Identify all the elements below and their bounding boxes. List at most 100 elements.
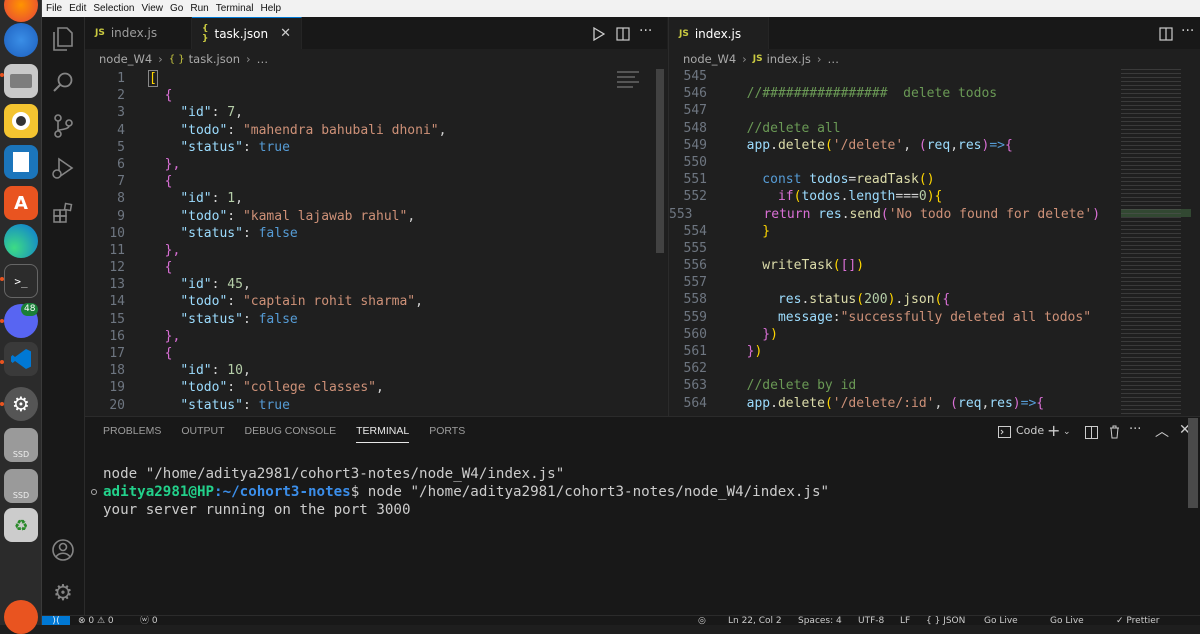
encoding[interactable]: UTF-8 [858,616,884,625]
close-icon[interactable]: ✕ [280,26,291,41]
terminal-profile-label[interactable]: Code [1016,424,1044,437]
code-line: 14 "todo": "captain rohit sharma", [85,293,667,310]
prettier-status[interactable]: ✓ Prettier [1116,616,1160,625]
menu-view[interactable]: View [142,3,164,14]
tab-debug-console[interactable]: DEBUG CONSOLE [245,425,337,443]
problems-indicator[interactable]: ⊗ 0 ⚠ 0 [78,616,114,625]
json-key: "id" [180,105,212,121]
maximize-panel-icon[interactable]: ︿ [1155,421,1169,441]
files-icon[interactable] [4,64,38,98]
code-line: 5 "status": true [85,139,667,156]
code-editor[interactable]: 545 546 //################ delete todos 54… [669,68,1099,413]
code-token: , [903,137,919,153]
breadcrumb-folder[interactable]: node_W4 [683,52,736,66]
terminal-scrollbar[interactable] [1188,418,1198,508]
vscode-icon[interactable] [4,342,38,376]
split-editor-icon[interactable] [616,26,630,45]
run-file-icon[interactable] [593,26,606,45]
left-editor-group: JS index.js { } task.json ✕ ··· node_W4 … [85,17,667,416]
line-number: 552 [683,189,707,205]
tab-terminal[interactable]: TERMINAL [356,425,410,443]
code-token: writeTask [731,258,833,274]
code-token: , [415,294,423,310]
cursor-position[interactable]: Ln 22, Col 2 [728,616,782,625]
menu-file[interactable]: File [46,3,62,14]
edge-icon[interactable] [4,224,38,258]
line-number: 558 [683,292,707,308]
menu-selection[interactable]: Selection [93,3,134,14]
trash-icon[interactable]: ♻ [4,508,38,542]
notifications-icon[interactable]: ◎ [698,616,706,625]
new-terminal-icon[interactable]: + [1047,421,1060,440]
breadcrumb-file[interactable]: index.js [767,52,811,66]
firefox-icon[interactable] [4,0,38,22]
manage-gear-icon[interactable]: ⚙ [50,580,76,606]
bracket: { [164,260,173,276]
run-debug-icon[interactable] [50,155,76,181]
tab-output[interactable]: OUTPUT [181,425,224,443]
code-token: req [926,137,951,153]
go-live-button[interactable]: Go Live [984,616,1018,625]
menu-help[interactable]: Help [261,3,282,14]
code-token: } [731,326,771,342]
ssd-drive-icon[interactable]: SSD [4,469,38,503]
minimap[interactable] [615,69,655,109]
minimap[interactable] [1119,69,1199,414]
indentation[interactable]: Spaces: 4 [798,616,842,625]
extensions-icon[interactable] [50,200,76,226]
menu-terminal[interactable]: Terminal [216,3,254,14]
code-line: 547 [669,102,1099,119]
more-actions-icon[interactable]: ··· [639,23,652,39]
split-editor-icon[interactable] [1159,26,1173,45]
trash-icon[interactable] [1109,425,1120,442]
language-mode[interactable]: { } JSON [926,616,965,625]
show-apps-icon[interactable] [4,600,38,634]
code-token: : [227,208,243,224]
thunderbird-icon[interactable] [4,23,38,57]
remote-icon[interactable]: ⟩⟨ [42,616,70,625]
vertical-scrollbar[interactable] [656,69,664,253]
code-token: ) [770,326,778,342]
more-actions-icon[interactable]: ··· [1129,422,1141,437]
menu-edit[interactable]: Edit [69,3,86,14]
code-text: "status": true [149,139,290,156]
json-value: "college classes" [242,380,376,396]
code-token: delete [777,137,825,153]
settings-app-icon[interactable]: ⚙ [4,387,38,421]
split-terminal-icon[interactable] [1085,426,1098,442]
tab-index-js[interactable]: JS index.js [85,17,192,49]
ports-indicator[interactable]: ⓦ 0 [140,616,158,625]
code-text: "todo": "college classes", [149,379,384,396]
source-control-icon[interactable] [50,113,76,139]
menu-go[interactable]: Go [170,3,183,14]
ssd-drive-icon[interactable]: SSD [4,428,38,462]
code-token: ( [832,258,841,274]
code-editor[interactable]: 1[2 {3 "id": 7, 4 "todo": "mahendra bahub… [85,70,667,414]
breadcrumb-file[interactable]: task.json [189,52,240,66]
code-line: 553 return res.send('No todo found for d… [669,206,1099,223]
more-actions-icon[interactable]: ··· [1181,23,1194,39]
code-token: '/delete' [832,137,904,153]
code-line: 9 "todo": "kamal lajawab rahul", [85,208,667,225]
breadcrumb-folder[interactable]: node_W4 [99,52,152,66]
tab-ports[interactable]: PORTS [429,425,465,443]
chevron-down-icon[interactable]: ⌄ [1063,427,1071,437]
explorer-icon[interactable] [50,26,76,52]
bracket: }, [164,242,181,258]
code-token: , [376,380,384,396]
accounts-icon[interactable] [50,537,76,563]
menu-run[interactable]: Run [190,3,208,14]
tab-task-json[interactable]: { } task.json ✕ [192,17,302,49]
rhythmbox-icon[interactable] [4,104,38,138]
code-token: req [958,395,982,411]
app-center-icon[interactable]: A [4,186,38,220]
tab-index-js-right[interactable]: JS index.js [669,17,769,49]
search-icon[interactable] [50,69,76,95]
end-of-line[interactable]: LF [900,616,910,625]
writer-icon[interactable] [4,145,38,179]
go-live-button[interactable]: Go Live [1050,616,1084,625]
terminal-icon[interactable]: >_ [4,264,38,298]
code-token: : [242,139,259,155]
terminal-output[interactable]: node "/home/aditya2981/cohort3-notes/nod… [103,465,829,519]
tab-problems[interactable]: PROBLEMS [103,425,161,443]
